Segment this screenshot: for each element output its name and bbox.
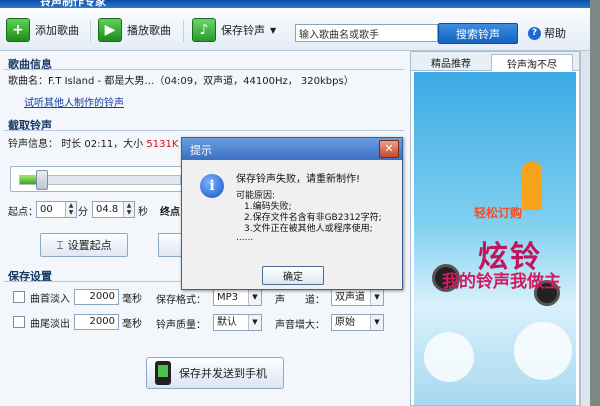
other-ringtones-link[interactable]: 试听其他人制作的铃声 <box>24 94 124 109</box>
song-name-row: 歌曲名：F.T Island - 都是大男…（04:09，双声道，44100Hz… <box>8 72 354 87</box>
dialog-message: 保存铃声失败，请重新制作! <box>236 174 361 185</box>
cursor-icon: ⌶ <box>56 237 64 252</box>
fade-out-checkbox[interactable] <box>13 316 25 328</box>
cloud-decoration <box>514 322 572 380</box>
divider <box>4 130 404 131</box>
minute-unit: 分 <box>78 207 88 218</box>
channel-select[interactable]: 双声道 ▼ <box>331 289 384 306</box>
figure-illustration <box>522 162 542 210</box>
set-start-label: 设置起点 <box>67 239 112 252</box>
dialog-reason-3: 3.文件正在被其他人或程序使用; <box>244 224 373 234</box>
ms-unit: 毫秒 <box>122 294 142 305</box>
fade-in-label: 曲首淡入 <box>30 294 70 305</box>
chevron-down-icon: ▼ <box>370 315 383 330</box>
format-select[interactable]: MP3 ▼ <box>213 289 262 306</box>
ringtone-info-row: 铃声信息： 时长 02:11，大小 5131K <box>8 135 178 150</box>
ringtone-size: 5131K <box>146 139 179 150</box>
fade-in-ms-input[interactable]: 2000 <box>74 289 119 305</box>
fade-out-label: 曲尾淡出 <box>30 319 70 330</box>
stepper-arrows-icon[interactable]: ▲ ▼ <box>65 202 76 217</box>
boost-select[interactable]: 原始 ▼ <box>331 314 384 331</box>
channel-value: 双声道 <box>335 292 365 303</box>
save-ringtone-button[interactable]: ♪ 保存铃声 ▼ <box>192 18 276 42</box>
banner-slogan: 我的铃声我做主 <box>442 272 561 292</box>
start-second-value: 04.8 <box>96 204 119 215</box>
tab-featured[interactable]: 精品推荐 <box>415 54 487 70</box>
start-minute-stepper[interactable]: 00 ▲ ▼ <box>36 201 77 218</box>
help-icon: ? <box>528 26 541 40</box>
search-ringtone-button[interactable]: 搜索铃声 <box>438 23 518 44</box>
send-button-label: 保存并发送到手机 <box>179 367 267 380</box>
dialog-title-bar: 提示 ✕ <box>182 138 402 160</box>
fade-out-ms-input[interactable]: 2000 <box>74 314 119 330</box>
set-end-button[interactable] <box>158 233 183 257</box>
dialog-title: 提示 <box>190 144 212 157</box>
channel-label: 声 道： <box>275 295 325 306</box>
boost-value: 原始 <box>335 317 355 328</box>
quality-value: 默认 <box>217 317 237 328</box>
slider-thumb[interactable] <box>36 170 48 190</box>
format-label: 保存格式： <box>156 295 206 306</box>
help-button[interactable]: ? 帮助 <box>528 25 566 41</box>
promo-banner[interactable]: 轻松订购 炫铃 我的铃声我做主 <box>414 72 576 405</box>
search-input[interactable] <box>295 24 438 42</box>
dialog-body: i 保存铃声失败，请重新制作! 可能原因: 1.编码失败; 2.保存文件名含有非… <box>182 160 402 289</box>
error-dialog: 提示 ✕ i 保存铃声失败，请重新制作! 可能原因: 1.编码失败; 2.保存文… <box>181 137 403 290</box>
save-ringtone-label: 保存铃声 <box>221 24 265 37</box>
close-icon[interactable]: ✕ <box>379 140 399 158</box>
start-second-stepper[interactable]: 04.8 ▲ ▼ <box>92 201 135 218</box>
ms-unit: 毫秒 <box>122 319 142 330</box>
song-name-label: 歌曲名： <box>8 76 48 87</box>
trim-slider[interactable] <box>10 166 184 192</box>
set-start-button[interactable]: ⌶ 设置起点 <box>40 233 128 257</box>
slider-fill <box>20 176 38 184</box>
toolbar-divider <box>90 20 91 42</box>
ok-button[interactable]: 确定 <box>262 266 324 285</box>
help-label: 帮助 <box>544 27 566 40</box>
chevron-down-icon: ▼ <box>248 290 261 305</box>
dialog-ellipsis: ...... <box>236 233 254 243</box>
desktop-background <box>590 0 600 406</box>
stepper-arrows-icon[interactable]: ▲ ▼ <box>123 202 134 217</box>
ringtone-info-label: 铃声信息： <box>8 139 58 150</box>
play-song-button[interactable]: ▶ 播放歌曲 <box>98 18 171 42</box>
add-song-label: 添加歌曲 <box>35 24 79 37</box>
boost-label: 声音增大： <box>275 320 325 331</box>
tab-bar: 精品推荐 铃声淘不尽 <box>411 52 579 71</box>
toolbar: + 添加歌曲 ▶ 播放歌曲 ♪ 保存铃声 ▼ 搜索铃声 ? 帮助 <box>0 8 590 51</box>
play-icon: ▶ <box>98 18 122 42</box>
tab-ringtone-hunt[interactable]: 铃声淘不尽 <box>491 54 573 71</box>
play-song-label: 播放歌曲 <box>127 24 171 37</box>
music-note-icon: ♪ <box>192 18 216 42</box>
toolbar-divider <box>183 20 184 42</box>
quality-select[interactable]: 默认 ▼ <box>213 314 262 331</box>
phone-icon <box>155 361 171 385</box>
banner-order-text: 轻松订购 <box>474 206 523 220</box>
add-song-button[interactable]: + 添加歌曲 <box>6 18 79 42</box>
title-bar: 铃声制作专家 <box>0 0 590 8</box>
save-send-to-phone-button[interactable]: 保存并发送到手机 <box>146 357 284 389</box>
cloud-decoration <box>424 332 474 382</box>
end-label: 终点 <box>160 207 180 218</box>
second-unit: 秒 <box>138 207 148 218</box>
chevron-down-icon: ▼ <box>370 290 383 305</box>
format-value: MP3 <box>217 292 239 303</box>
start-label: 起点： <box>8 207 38 218</box>
ringtone-info-value: 时长 02:11，大小 <box>61 139 144 150</box>
fade-in-checkbox[interactable] <box>13 291 25 303</box>
song-name-value: F.T Island - 都是大男…（04:09，双声道，44100Hz， 32… <box>48 76 354 87</box>
divider <box>4 69 404 70</box>
info-icon: i <box>200 174 224 198</box>
start-minute-value: 00 <box>40 204 53 215</box>
chevron-down-icon: ▼ <box>270 25 277 35</box>
right-panel: 精品推荐 铃声淘不尽 轻松订购 炫铃 我的铃声我做主 <box>410 51 580 406</box>
chevron-down-icon: ▼ <box>248 315 261 330</box>
plus-icon: + <box>6 18 30 42</box>
quality-label: 铃声质量： <box>156 320 206 331</box>
